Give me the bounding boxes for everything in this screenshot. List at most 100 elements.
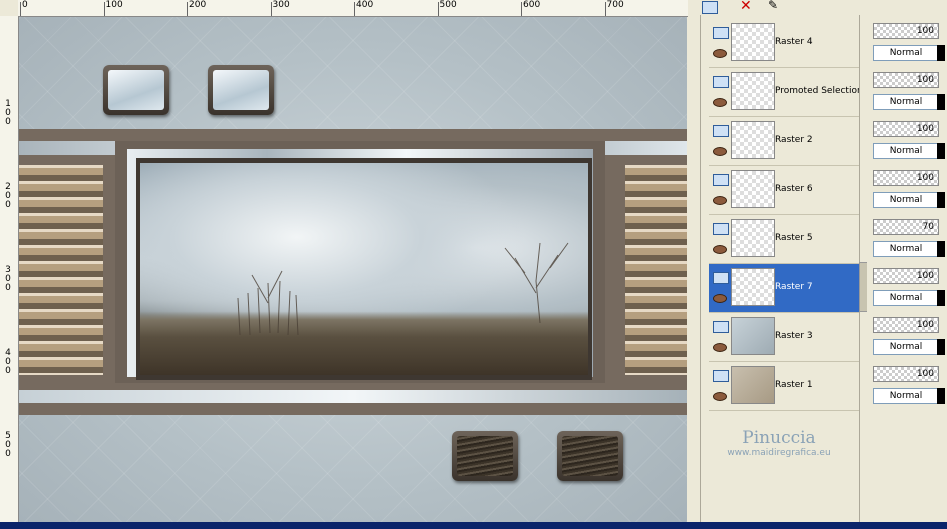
ruler-label: 3 0 0 xyxy=(5,265,11,293)
eye-icon[interactable] xyxy=(713,343,727,352)
ruler-tick xyxy=(354,2,355,16)
layer-icon xyxy=(713,174,729,186)
eye-icon[interactable] xyxy=(713,392,727,401)
dropdown-arrow-icon[interactable] xyxy=(937,143,945,159)
eye-icon[interactable] xyxy=(713,49,727,58)
opacity-slider[interactable]: 100 xyxy=(873,366,939,382)
opacity-value: 100 xyxy=(916,271,934,281)
ruler-tick xyxy=(20,2,21,16)
layer-row-raster-6[interactable]: Raster 6 xyxy=(709,166,859,215)
brush-icon[interactable]: ✎ xyxy=(768,0,778,12)
layer-name: Raster 7 xyxy=(775,282,813,292)
blend-mode-select[interactable]: Normal xyxy=(873,45,939,61)
layer-name: Raster 3 xyxy=(775,331,813,341)
layer-props-2: 100 Normal xyxy=(871,117,947,165)
layer-props-6: 100 Normal xyxy=(871,313,947,361)
layer-thumbnail xyxy=(731,317,775,355)
ruler-label: 400 xyxy=(356,0,374,10)
watermark-url: www.maidiregrafica.eu xyxy=(727,448,831,458)
status-strip xyxy=(0,522,947,529)
watermark-title: Pinuccia xyxy=(742,428,816,448)
blend-mode-select[interactable]: Normal xyxy=(873,290,939,306)
dropdown-arrow-icon[interactable] xyxy=(937,241,945,257)
opacity-slider[interactable]: 100 xyxy=(873,317,939,333)
layer-thumbnail xyxy=(731,23,775,61)
opacity-value: 100 xyxy=(916,320,934,330)
layer-props-5: 100 Normal xyxy=(871,264,947,312)
layer-properties: 100 Normal 100 Normal 100 Normal 100 Normal … xyxy=(867,15,947,527)
blend-mode-select[interactable]: Normal xyxy=(873,388,939,404)
layer-row-raster-2[interactable]: Raster 2 xyxy=(709,117,859,166)
eye-icon[interactable] xyxy=(713,98,727,107)
dropdown-arrow-icon[interactable] xyxy=(937,290,945,306)
layer-props-1: 100 Normal xyxy=(871,68,947,116)
layer-thumbnail xyxy=(731,72,775,110)
delete-x-icon[interactable]: ✕ xyxy=(740,0,752,14)
opacity-slider[interactable]: 70 xyxy=(873,219,939,235)
layer-icon xyxy=(713,321,729,333)
layer-icon xyxy=(713,125,729,137)
layer-row-raster-7[interactable]: Raster 7 xyxy=(709,264,859,313)
blend-mode-select[interactable]: Normal xyxy=(873,192,939,208)
horizontal-ruler: 0 100 200 300 400 500 600 700 xyxy=(18,0,688,17)
eye-icon[interactable] xyxy=(713,196,727,205)
opacity-slider[interactable]: 100 xyxy=(873,268,939,284)
ruler-label: 5 0 0 xyxy=(5,431,11,459)
layer-props-7: 100 Normal xyxy=(871,362,947,410)
layer-thumbnail xyxy=(731,121,775,159)
eye-icon[interactable] xyxy=(713,294,727,303)
ruler-tick xyxy=(604,2,606,16)
eye-icon[interactable] xyxy=(713,147,727,156)
blend-mode-select[interactable]: Normal xyxy=(873,339,939,355)
small-frame-sky-1 xyxy=(103,65,169,115)
image-canvas[interactable] xyxy=(19,17,687,522)
layer-props-3: 100 Normal xyxy=(871,166,947,214)
layer-thumbnail xyxy=(731,268,775,306)
layers-toolbar: ✕ ✎ xyxy=(694,0,947,14)
blend-mode-select[interactable]: Normal xyxy=(873,143,939,159)
opacity-slider[interactable]: 100 xyxy=(873,72,939,88)
layer-icon xyxy=(713,370,729,382)
layer-props-4: 70 Normal xyxy=(871,215,947,263)
layer-row-raster-4[interactable]: Raster 4 xyxy=(709,19,859,68)
opacity-slider[interactable]: 100 xyxy=(873,23,939,39)
dropdown-arrow-icon[interactable] xyxy=(937,45,945,61)
ruler-tick xyxy=(187,2,188,16)
ruler-label: 100 xyxy=(105,0,123,10)
opacity-slider[interactable]: 100 xyxy=(873,121,939,137)
layer-icon xyxy=(713,76,729,88)
ruler-label: 500 xyxy=(439,0,457,10)
layer-row-raster-5[interactable]: Raster 5 xyxy=(709,215,859,264)
ruler-label: 700 xyxy=(606,0,624,10)
layer-name: Raster 5 xyxy=(775,233,813,243)
right-shutter xyxy=(625,165,687,375)
eye-icon[interactable] xyxy=(713,245,727,254)
dropdown-arrow-icon[interactable] xyxy=(937,339,945,355)
dropdown-arrow-icon[interactable] xyxy=(937,192,945,208)
layer-name: Raster 4 xyxy=(775,37,813,47)
opacity-value: 100 xyxy=(916,124,934,134)
layer-row-raster-1[interactable]: Raster 1 xyxy=(709,362,859,411)
layer-row-raster-3[interactable]: Raster 3 xyxy=(709,313,859,362)
opacity-value: 100 xyxy=(916,369,934,379)
dropdown-arrow-icon[interactable] xyxy=(937,94,945,110)
opacity-slider[interactable]: 100 xyxy=(873,170,939,186)
layer-icon[interactable] xyxy=(702,1,718,14)
ruler-tick xyxy=(103,2,105,16)
ruler-label: 200 xyxy=(189,0,207,10)
ruler-label: 4 0 0 xyxy=(5,348,11,376)
layer-icon xyxy=(713,223,729,235)
layer-row-promoted-selection[interactable]: Promoted Selection xyxy=(709,68,863,117)
opacity-value: 70 xyxy=(922,222,934,232)
ruler-label: 1 0 0 xyxy=(5,99,11,127)
ruler-tick xyxy=(521,2,522,16)
silver-strip-bottom xyxy=(19,390,687,403)
layer-name: Promoted Selection xyxy=(775,86,863,96)
layer-thumbnail xyxy=(731,219,775,257)
ruler-label: 0 xyxy=(22,0,28,10)
blend-mode-select[interactable]: Normal xyxy=(873,94,939,110)
tree-silhouettes xyxy=(237,242,569,336)
dropdown-arrow-icon[interactable] xyxy=(937,388,945,404)
layer-thumbnail xyxy=(731,170,775,208)
blend-mode-select[interactable]: Normal xyxy=(873,241,939,257)
